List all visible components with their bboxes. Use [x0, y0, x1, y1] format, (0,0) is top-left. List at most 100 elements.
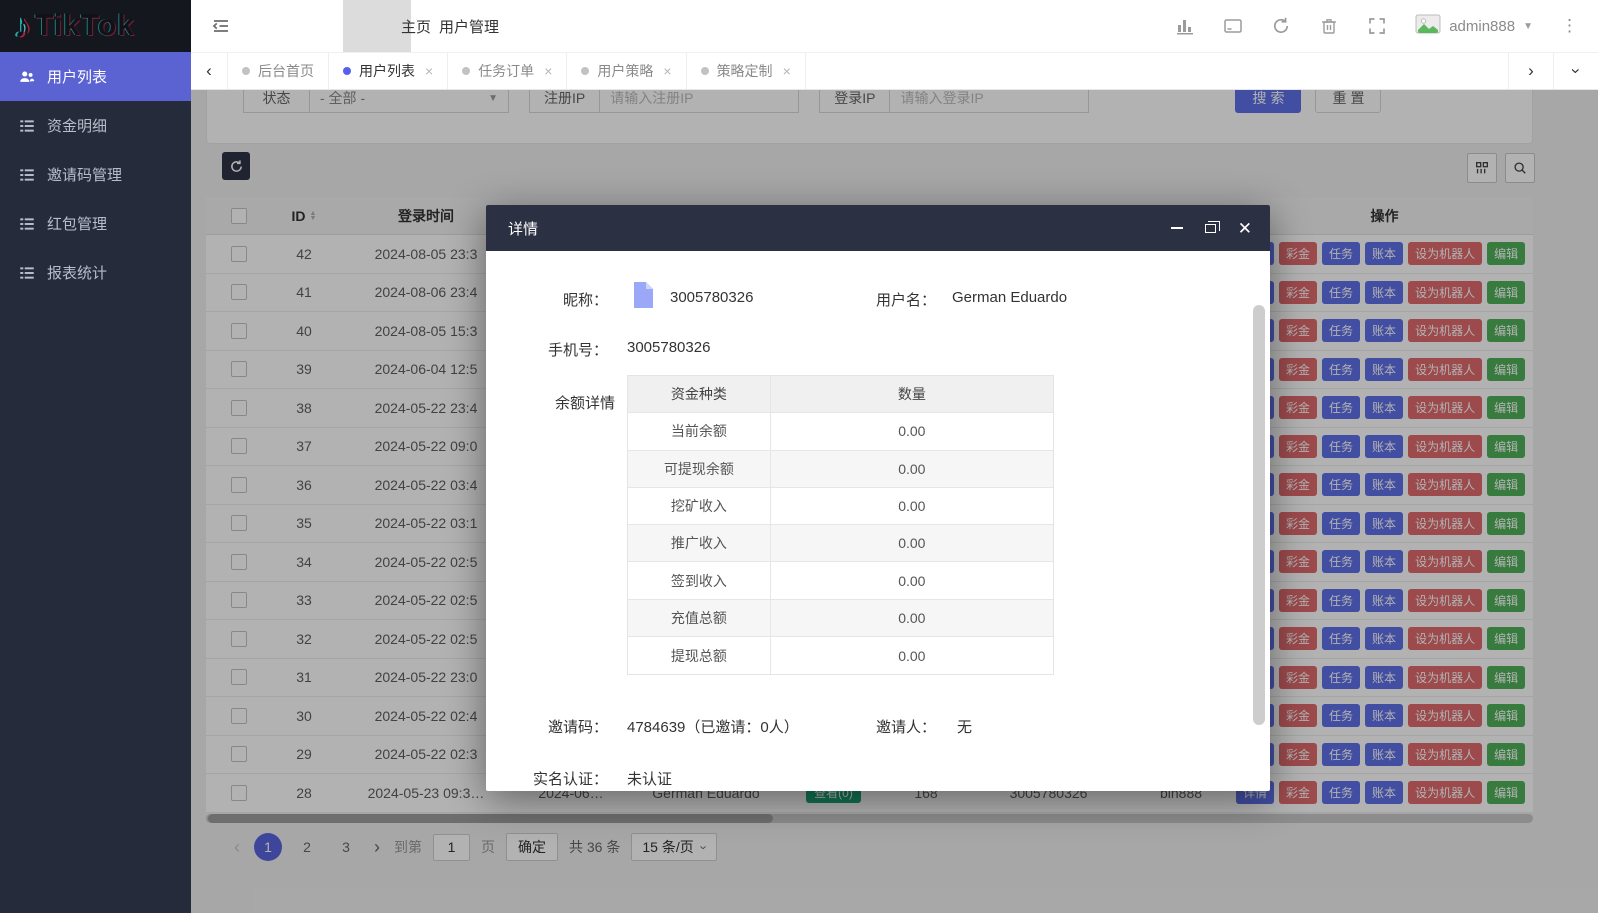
username-label: 用户名：: [786, 289, 936, 310]
tab-dot-icon: [462, 67, 470, 75]
tab-label: 任务订单: [478, 61, 534, 81]
tabs-scroll-left[interactable]: ‹: [191, 53, 228, 89]
tab[interactable]: 用户策略 ×: [567, 53, 686, 89]
balance-type: 推广收入: [628, 525, 771, 561]
minimize-icon[interactable]: [1171, 227, 1183, 229]
invite-code-value: 4784639（已邀请：0人）: [627, 716, 799, 737]
modal-title: 详情: [508, 218, 538, 239]
tab-close-icon[interactable]: ×: [663, 63, 671, 79]
username-label: admin888: [1449, 18, 1515, 35]
balance-amount: 0.00: [771, 637, 1053, 674]
balance-row: 推广收入 0.00: [628, 525, 1053, 562]
sidebar-item-label: 邀请码管理: [47, 164, 122, 185]
phone-value: 3005780326: [627, 339, 710, 356]
collapse-sidebar-icon[interactable]: [191, 16, 251, 36]
chevron-down-icon: ▼: [1523, 21, 1533, 32]
user-menu[interactable]: admin888 ▼: [1415, 14, 1533, 39]
app-window: ♪ TikTok 用户列表 资金明细 邀请码管理 红包管理 报表统计 主页用户管…: [0, 0, 1598, 913]
sidebar: ♪ TikTok 用户列表 资金明细 邀请码管理 红包管理 报表统计: [0, 0, 191, 913]
balance-amount: 0.00: [771, 413, 1053, 449]
top-navbar: 主页用户管理 admin888 ▼: [191, 0, 1598, 52]
tab-strip: 后台首页 × 用户列表 × 任务订单 × 用户策略 × 策略定制 ×: [228, 53, 806, 89]
sidebar-item[interactable]: 用户列表: [0, 52, 191, 101]
more-menu-icon[interactable]: ⋮: [1561, 16, 1578, 36]
modal-scrollbar[interactable]: [1253, 305, 1265, 725]
tabs-menu-chevron[interactable]: ›: [1553, 53, 1598, 89]
balance-amount: 0.00: [771, 451, 1053, 487]
sidebar-item-label: 用户列表: [47, 66, 107, 87]
sidebar-item[interactable]: 红包管理: [0, 199, 191, 248]
realname-value: 未认证: [627, 768, 672, 789]
tab-dot-icon: [701, 67, 709, 75]
tab[interactable]: 后台首页 ×: [228, 53, 329, 89]
brand-logo-text: TikTok: [35, 9, 135, 43]
maximize-icon[interactable]: [1205, 224, 1216, 233]
tab-label: 用户策略: [597, 61, 653, 81]
phone-label: 手机号：: [486, 339, 608, 360]
username-value: German Eduardo: [952, 289, 1067, 306]
balance-table-header: 资金种类 数量: [628, 376, 1053, 413]
card-icon[interactable]: [1223, 16, 1243, 36]
balance-row: 签到收入 0.00: [628, 562, 1053, 599]
brand-logo: ♪ TikTok: [0, 0, 191, 52]
tab-label: 用户列表: [359, 61, 415, 81]
balance-type: 签到收入: [628, 562, 771, 598]
tab-bar-controls: › ›: [1508, 53, 1598, 89]
balance-type: 当前余额: [628, 413, 771, 449]
sidebar-item-label: 红包管理: [47, 213, 107, 234]
bar-chart-icon[interactable]: [1175, 16, 1195, 36]
list-icon: [18, 166, 36, 184]
tab-label: 后台首页: [258, 61, 314, 81]
balance-table-body: 当前余额 0.00 可提现余额 0.00 挖矿收入 0.00 推广收入 0.00…: [628, 413, 1053, 674]
balance-type: 可提现余额: [628, 451, 771, 487]
inviter-value: 无: [957, 716, 972, 737]
list-icon: [18, 264, 36, 282]
balance-table: 资金种类 数量 当前余额 0.00 可提现余额 0.00 挖矿收入 0.00 推…: [627, 375, 1054, 675]
tabs-scroll-right[interactable]: ›: [1508, 53, 1553, 89]
tab-dot-icon: [343, 67, 351, 75]
balance-row: 挖矿收入 0.00: [628, 488, 1053, 525]
refresh-icon[interactable]: [1271, 16, 1291, 36]
nickname-label: 昵称：: [486, 289, 608, 310]
balance-row: 当前余额 0.00: [628, 413, 1053, 450]
balance-type: 充值总额: [628, 600, 771, 636]
tiktok-note-icon: ♪: [14, 7, 31, 46]
close-icon[interactable]: ✕: [1238, 220, 1252, 237]
tab-close-icon[interactable]: ×: [425, 63, 433, 79]
balance-amount: 0.00: [771, 600, 1053, 636]
users-icon: [18, 68, 36, 86]
file-icon: [632, 281, 654, 313]
balance-row: 充值总额 0.00: [628, 600, 1053, 637]
tab-dot-icon: [242, 67, 250, 75]
sidebar-item[interactable]: 邀请码管理: [0, 150, 191, 199]
tab-label: 策略定制: [717, 61, 773, 81]
balance-type: 挖矿收入: [628, 488, 771, 524]
trash-icon[interactable]: [1319, 16, 1339, 36]
tab[interactable]: 任务订单 ×: [448, 53, 567, 89]
nickname-value: 3005780326: [670, 289, 753, 306]
list-icon: [18, 117, 36, 135]
inviter-label: 邀请人：: [786, 716, 936, 737]
sidebar-item-label: 资金明细: [47, 115, 107, 136]
sidebar-item[interactable]: 资金明细: [0, 101, 191, 150]
modal-body: 昵称： 3005780326 用户名： German Eduardo 手机号： …: [486, 251, 1270, 791]
list-icon: [18, 215, 36, 233]
balance-amount: 0.00: [771, 525, 1053, 561]
invite-code-label: 邀请码：: [486, 716, 608, 737]
tab[interactable]: 用户列表 ×: [329, 53, 448, 89]
balance-amount: 0.00: [771, 488, 1053, 524]
detail-modal: 详情 ✕ 昵称： 3005780326 用户名： German Eduardo …: [486, 205, 1270, 791]
navbar-right: admin888 ▼ ⋮: [1175, 14, 1598, 39]
balance-type: 提现总额: [628, 637, 771, 674]
tab-close-icon[interactable]: ×: [544, 63, 552, 79]
sidebar-item-label: 报表统计: [47, 262, 107, 283]
tab[interactable]: 策略定制 ×: [687, 53, 806, 89]
tab-bar: ‹ 后台首页 × 用户列表 × 任务订单 × 用户策略 × 策略定制 × › ›: [191, 52, 1598, 90]
navbar-menu-item[interactable]: 主页: [275, 0, 343, 52]
balance-amount: 0.00: [771, 562, 1053, 598]
fullscreen-icon[interactable]: [1367, 16, 1387, 36]
balance-row: 提现总额 0.00: [628, 637, 1053, 674]
modal-header[interactable]: 详情 ✕: [486, 205, 1270, 251]
sidebar-item[interactable]: 报表统计: [0, 248, 191, 297]
tab-close-icon[interactable]: ×: [783, 63, 791, 79]
